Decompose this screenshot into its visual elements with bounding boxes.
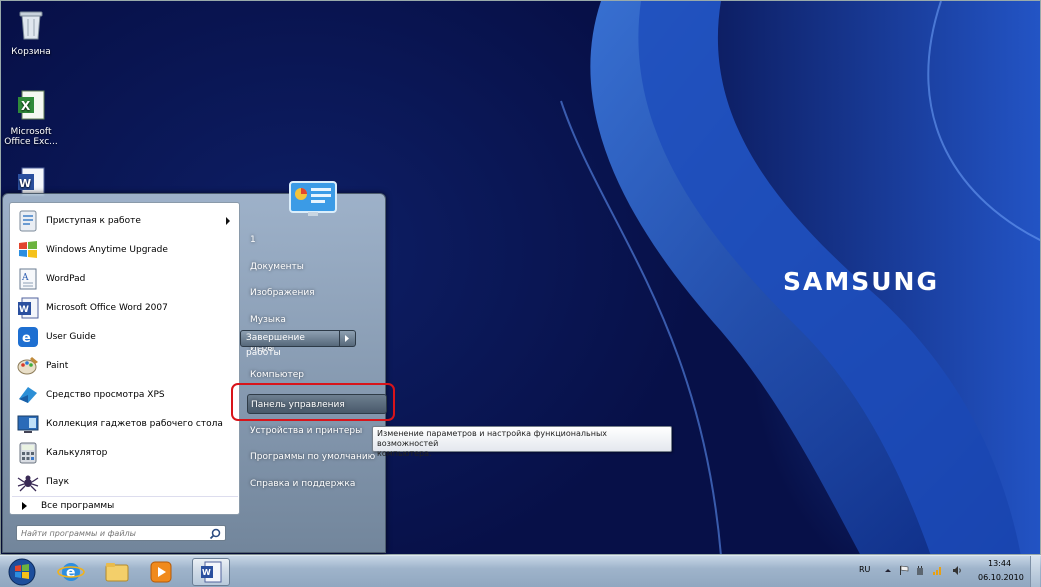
start-item-paint[interactable]: Paint xyxy=(12,352,238,380)
recycle-bin-icon xyxy=(19,11,43,40)
taskbar-explorer-button[interactable] xyxy=(98,558,136,586)
start-item-label: Windows Anytime Upgrade xyxy=(46,245,168,255)
svg-text:A: A xyxy=(21,273,29,283)
wordpad-icon: A xyxy=(19,268,37,290)
tooltip-line-1: Изменение параметров и настройка функцио… xyxy=(377,429,608,448)
action-center-flag-icon[interactable] xyxy=(899,565,909,576)
media-player-icon xyxy=(150,561,172,583)
recycle-bin-desktop-icon[interactable]: Корзина xyxy=(3,9,59,57)
start-item-label: Коллекция гаджетов рабочего стола xyxy=(46,419,223,429)
start-item-gadgets[interactable]: Коллекция гаджетов рабочего стола xyxy=(12,410,238,438)
start-place-default-programs[interactable]: Программы по умолчанию xyxy=(247,447,387,467)
svg-text:W: W xyxy=(19,177,31,190)
taskbar-media-player-button[interactable] xyxy=(142,558,180,586)
getting-started-icon xyxy=(19,210,37,232)
start-place-devices-printers[interactable]: Устройства и принтеры xyxy=(247,421,387,441)
folder-icon xyxy=(105,563,129,582)
start-menu: Приступая к работе Windows Anytime Upgra… xyxy=(2,193,387,553)
show-hidden-icons-icon[interactable] xyxy=(883,565,893,576)
start-item-label: Приступая к работе xyxy=(46,216,141,226)
start-item-label: Калькулятор xyxy=(46,448,108,458)
start-item-word-2007[interactable]: W Microsoft Office Word 2007 xyxy=(12,294,238,322)
svg-text:W: W xyxy=(202,568,211,577)
taskbar-word-button[interactable]: W xyxy=(192,558,230,586)
start-button[interactable] xyxy=(6,557,38,587)
all-programs-label: Все программы xyxy=(41,500,115,511)
start-item-anytime-upgrade[interactable]: Windows Anytime Upgrade xyxy=(12,236,238,264)
start-item-user-guide[interactable]: e User Guide xyxy=(12,323,238,351)
search-icon[interactable] xyxy=(209,528,221,540)
tooltip-line-2: компьютера. xyxy=(377,449,432,458)
power-icon[interactable] xyxy=(915,565,925,576)
control-panel-icon xyxy=(289,181,337,216)
start-item-wordpad[interactable]: A WordPad xyxy=(12,265,238,293)
spider-icon xyxy=(17,475,39,492)
gadgets-icon xyxy=(17,415,39,433)
start-item-xps-viewer[interactable]: Средство просмотра XPS xyxy=(12,381,238,409)
start-item-spider[interactable]: Паук xyxy=(12,468,238,496)
control-panel-highlight-frame xyxy=(231,383,395,421)
paint-icon xyxy=(17,357,38,375)
start-item-label: Средство просмотра XPS xyxy=(46,390,165,400)
clock-date[interactable]: 06.10.2010 xyxy=(978,573,1024,582)
all-programs-button[interactable]: Все программы xyxy=(12,496,238,514)
start-item-label: Paint xyxy=(46,361,69,371)
start-place-help-support[interactable]: Справка и поддержка xyxy=(247,474,387,494)
control-panel-tooltip: Изменение параметров и настройка функцио… xyxy=(372,426,672,458)
volume-icon[interactable] xyxy=(952,565,962,576)
taskbar-ie-button[interactable]: e xyxy=(52,558,90,586)
excel-desktop-icon[interactable]: X Microsoft Office Exc... xyxy=(3,89,59,147)
all-programs-arrow-icon xyxy=(22,501,27,510)
xps-viewer-icon xyxy=(19,387,37,403)
start-search-input[interactable] xyxy=(16,525,226,541)
start-place-computer[interactable]: Компьютер xyxy=(247,365,387,385)
svg-text:e: e xyxy=(22,331,31,346)
internet-explorer-icon: e xyxy=(57,563,85,581)
start-item-calculator[interactable]: Калькулятор xyxy=(12,439,238,467)
word-icon: W xyxy=(201,561,222,583)
samsung-logo: SAMSUNG xyxy=(783,267,939,296)
start-item-label: Паук xyxy=(46,477,70,487)
start-place-documents[interactable]: Документы xyxy=(247,257,387,277)
start-item-getting-started[interactable]: Приступая к работе xyxy=(12,207,238,235)
excel-icon: X xyxy=(18,90,45,120)
start-item-label: Microsoft Office Word 2007 xyxy=(46,303,168,313)
start-place-pictures[interactable]: Изображения xyxy=(247,283,387,303)
start-item-label: WordPad xyxy=(46,274,86,284)
shutdown-button[interactable]: Завершение работы xyxy=(240,330,340,358)
language-indicator[interactable]: RU xyxy=(859,565,870,574)
start-place-user[interactable]: 1 xyxy=(247,230,387,250)
shutdown-options-button[interactable] xyxy=(340,330,356,347)
chevron-right-icon xyxy=(345,335,349,342)
taskbar: e W RU 13:44 06.10.2010 xyxy=(0,555,1041,587)
start-place-music[interactable]: Музыка xyxy=(247,310,387,330)
clock-time[interactable]: 13:44 xyxy=(988,559,1011,568)
svg-text:X: X xyxy=(21,99,31,113)
network-icon[interactable] xyxy=(932,565,942,576)
svg-text:W: W xyxy=(19,305,29,315)
calculator-icon xyxy=(19,442,37,464)
word-icon: W xyxy=(18,297,39,319)
show-desktop-button[interactable] xyxy=(1030,556,1040,587)
desktop-icon-label: Корзина xyxy=(11,47,51,57)
submenu-arrow-icon xyxy=(226,217,230,225)
start-item-label: User Guide xyxy=(46,332,96,342)
desktop-icon-label: Microsoft Office Exc... xyxy=(4,127,58,147)
windows-flag-icon xyxy=(19,241,37,258)
user-guide-icon: e xyxy=(18,327,38,347)
start-menu-programs-pane: Приступая к работе Windows Anytime Upgra… xyxy=(9,202,240,515)
